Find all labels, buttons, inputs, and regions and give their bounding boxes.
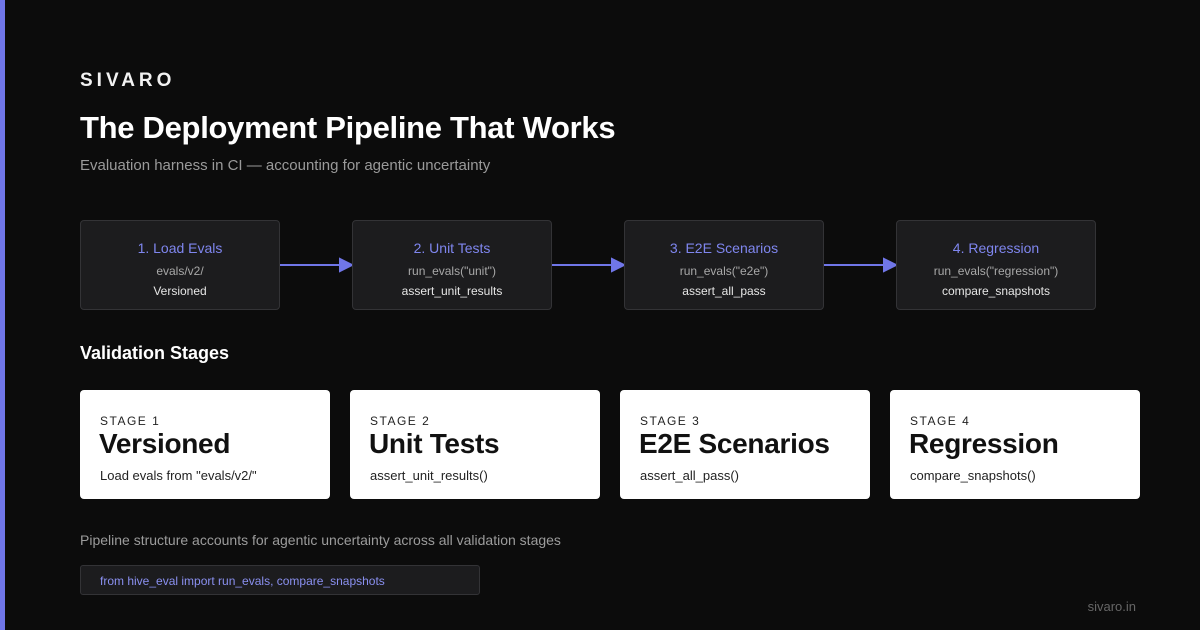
flow-step-action: assert_unit_results bbox=[401, 284, 503, 298]
brand-logo: SIVARO bbox=[80, 70, 176, 91]
accent-bar bbox=[0, 0, 5, 630]
code-snippet-box: from hive_eval import run_evals, compare… bbox=[80, 565, 480, 595]
flow-step-regression: 4. Regression run_evals("regression") co… bbox=[896, 220, 1096, 310]
page-subtitle: Evaluation harness in CI — accounting fo… bbox=[80, 157, 491, 174]
stage-card-4: STAGE 4 Regression compare_snapshots() bbox=[890, 390, 1140, 499]
code-snippet: from hive_eval import run_evals, compare… bbox=[100, 574, 385, 588]
flow-step-load-evals: 1. Load Evals evals/v2/ Versioned bbox=[80, 220, 280, 310]
flow-step-detail: run_evals("regression") bbox=[933, 264, 1059, 278]
stage-name: Regression bbox=[909, 428, 1059, 459]
flow-step-e2e-scenarios: 3. E2E Scenarios run_evals("e2e") assert… bbox=[624, 220, 824, 310]
page-title: The Deployment Pipeline That Works bbox=[80, 110, 616, 145]
stage-name: Unit Tests bbox=[369, 428, 500, 459]
stage-card-3: STAGE 3 E2E Scenarios assert_all_pass() bbox=[620, 390, 870, 499]
stage-name: Versioned bbox=[99, 428, 231, 459]
pipeline-flow: 1. Load Evals evals/v2/ Versioned 2. Uni… bbox=[80, 220, 1100, 310]
stage-label: STAGE 1 bbox=[100, 414, 161, 428]
footnote: Pipeline structure accounts for agentic … bbox=[80, 532, 561, 548]
stage-description: assert_unit_results() bbox=[370, 468, 488, 483]
flow-step-unit-tests: 2. Unit Tests run_evals("unit") assert_u… bbox=[352, 220, 552, 310]
stage-label: STAGE 3 bbox=[640, 414, 701, 428]
flow-step-action: compare_snapshots bbox=[941, 284, 1051, 298]
stage-name: E2E Scenarios bbox=[639, 428, 830, 459]
stage-label: STAGE 4 bbox=[910, 414, 971, 428]
flow-step-detail: run_evals("e2e") bbox=[679, 264, 769, 278]
flow-step-detail: run_evals("unit") bbox=[408, 264, 496, 278]
stage-label: STAGE 2 bbox=[370, 414, 431, 428]
stage-description: Load evals from "evals/v2/" bbox=[100, 468, 257, 483]
stage-card-2: STAGE 2 Unit Tests assert_unit_results() bbox=[350, 390, 600, 499]
flow-step-title: 1. Load Evals bbox=[137, 240, 223, 256]
flow-step-detail: evals/v2/ bbox=[156, 264, 204, 278]
arrow-head-icon bbox=[611, 257, 627, 273]
site-url: sivaro.in bbox=[1087, 599, 1136, 614]
stage-description: assert_all_pass() bbox=[640, 468, 739, 483]
flow-step-action: Versioned bbox=[153, 284, 207, 298]
stage-description: compare_snapshots() bbox=[910, 468, 1036, 483]
arrow-head-icon bbox=[339, 257, 355, 273]
arrow-head-icon bbox=[883, 257, 899, 273]
flow-step-action: assert_all_pass bbox=[682, 284, 766, 298]
flow-step-title: 4. Regression bbox=[952, 240, 1040, 256]
flow-step-title: 2. Unit Tests bbox=[413, 240, 491, 256]
stage-card-1: STAGE 1 Versioned Load evals from "evals… bbox=[80, 390, 330, 499]
section-heading: Validation Stages bbox=[80, 343, 230, 363]
flow-step-title: 3. E2E Scenarios bbox=[669, 240, 779, 256]
